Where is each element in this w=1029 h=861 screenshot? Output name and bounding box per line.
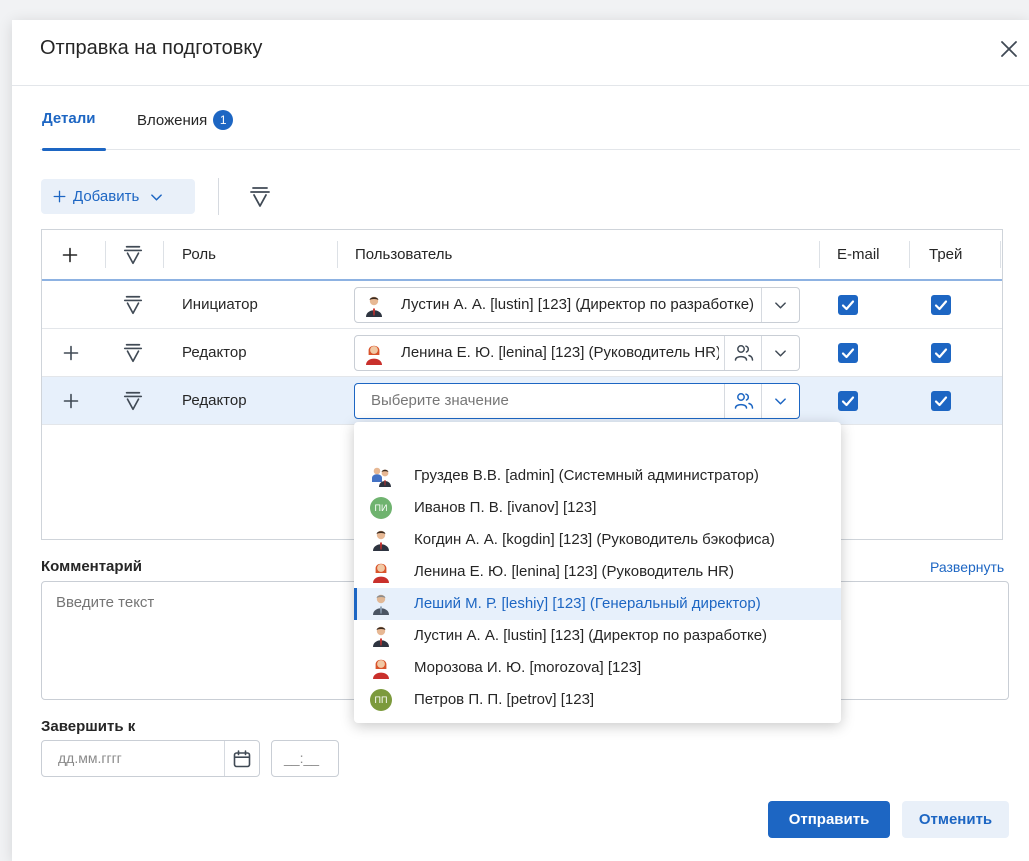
tab-details[interactable]: Детали [42, 100, 106, 151]
column-header-tray[interactable]: Трей [929, 230, 962, 279]
delete-all-icon[interactable] [121, 242, 145, 268]
column-divider [105, 241, 106, 268]
user-select[interactable]: Ленина Е. Ю. [lenina] [123] (Руководител… [354, 335, 800, 371]
tab-attachments[interactable]: Вложения 1 [137, 100, 267, 150]
delete-row-icon[interactable] [121, 292, 145, 318]
list-item[interactable]: Когдин А. А. [kogdin] [123] (Руководител… [354, 524, 841, 556]
user-select-value: Ленина Е. Ю. [lenina] [123] (Руководител… [401, 344, 719, 361]
column-header-role[interactable]: Роль [182, 230, 216, 279]
list-item-label: Морозова И. Ю. [morozova] [123] [414, 659, 642, 676]
tab-bar: Детали Вложения 1 [40, 100, 1020, 151]
initials-avatar-icon: ПП [370, 689, 392, 711]
user-select-value: Лустин А. А. [lustin] [123] (Директор по… [401, 296, 755, 313]
role-cell: Редактор [182, 392, 247, 409]
table-row: Инициатор Лустин А. А. [lustin] [123] (Д… [42, 281, 1002, 329]
calendar-icon[interactable] [225, 741, 259, 776]
comment-label: Комментарий [41, 558, 143, 575]
list-item[interactable]: Груздев В.В. [admin] (Системный админист… [354, 460, 841, 492]
date-placeholder: дд.мм.гггг [58, 750, 122, 766]
dialog-header: Отправка на подготовку [12, 20, 1029, 86]
deadline-label: Завершить к [41, 718, 136, 735]
user-avatar-icon [370, 657, 392, 679]
list-item-label: Груздев В.В. [admin] (Системный админист… [414, 467, 759, 484]
list-item[interactable]: Ленина Е. Ю. [lenina] [123] (Руководител… [354, 556, 841, 588]
user-dropdown-list: Груздев В.В. [admin] (Системный админист… [354, 422, 841, 723]
user-avatar-icon [370, 561, 392, 583]
time-placeholder: __:__ [284, 750, 320, 766]
delete-row-icon[interactable] [121, 388, 145, 414]
list-item[interactable]: ПП Петров П. П. [petrov] [123] [354, 684, 841, 716]
toolbar-divider [218, 178, 219, 215]
list-item-label: Когдин А. А. [kogdin] [123] (Руководител… [414, 531, 775, 548]
user-select[interactable]: Лустин А. А. [lustin] [123] (Директор по… [354, 287, 800, 323]
users-icon[interactable] [725, 336, 762, 370]
user-select-placeholder: Выберите значение [371, 392, 509, 409]
table-row: Редактор Выберите значение [42, 377, 1002, 425]
table-row: Редактор Ленина Е. Ю. [lenina] [123] (Ру… [42, 329, 1002, 377]
tab-details-label: Детали [42, 110, 96, 127]
column-divider [819, 241, 820, 268]
add-row-icon[interactable] [60, 245, 80, 265]
list-item-label: Леший М. Р. [leshiy] [123] (Генеральный … [414, 595, 761, 612]
dialog-title: Отправка на подготовку [40, 37, 263, 59]
list-item[interactable]: Лустин А. А. [lustin] [123] (Директор по… [354, 620, 841, 652]
add-row-icon[interactable] [62, 392, 80, 410]
add-row-icon[interactable] [62, 344, 80, 362]
user-avatar-icon [363, 295, 385, 317]
delete-icon[interactable] [248, 184, 272, 210]
users-icon[interactable] [725, 384, 762, 418]
list-item-label: Лустин А. А. [lustin] [123] (Директор по… [414, 627, 768, 644]
list-item[interactable]: Леший М. Р. [leshiy] [123] (Генеральный … [354, 588, 841, 620]
column-header-user[interactable]: Пользователь [355, 230, 452, 279]
email-checkbox[interactable] [838, 391, 858, 411]
user-select[interactable]: Выберите значение [354, 383, 800, 419]
tray-checkbox[interactable] [931, 391, 951, 411]
list-item-label: Петров П. П. [petrov] [123] [414, 691, 595, 708]
tray-checkbox[interactable] [931, 343, 951, 363]
list-item-label: Ленина Е. Ю. [lenina] [123] (Руководител… [414, 563, 734, 580]
dialog: Отправка на подготовку Детали Вложения 1 … [12, 20, 1029, 861]
date-field[interactable]: дд.мм.гггг [41, 740, 260, 777]
list-item[interactable]: ПИ Иванов П. В. [ivanov] [123] [354, 492, 841, 524]
column-divider [163, 241, 164, 268]
role-cell: Инициатор [182, 296, 258, 313]
user-avatar-icon [370, 593, 392, 615]
attachments-count-badge: 1 [213, 110, 234, 130]
add-button-label: Добавить [73, 188, 140, 205]
email-checkbox[interactable] [838, 343, 858, 363]
column-header-email[interactable]: E-mail [837, 230, 880, 279]
chevron-down-icon[interactable] [762, 336, 799, 370]
column-divider [909, 241, 910, 268]
chevron-down-icon [150, 192, 163, 202]
list-item-label: Иванов П. В. [ivanov] [123] [414, 499, 597, 516]
user-avatar-icon [363, 343, 385, 365]
initials-avatar-icon: ПИ [370, 497, 392, 519]
plus-icon [53, 190, 66, 203]
expand-link[interactable]: Развернуть [930, 559, 1004, 575]
chevron-down-icon[interactable] [762, 384, 799, 418]
list-item[interactable]: Морозова И. Ю. [morozova] [123] [354, 652, 841, 684]
tray-checkbox[interactable] [931, 295, 951, 315]
role-cell: Редактор [182, 344, 247, 361]
chevron-down-icon[interactable] [762, 288, 799, 322]
user-avatar-icon [370, 529, 392, 551]
column-divider [1000, 241, 1001, 268]
admin-avatar-icon [370, 465, 392, 487]
submit-button[interactable]: Отправить [768, 801, 890, 838]
grid-header: Роль Пользователь E-mail Трей [42, 230, 1002, 281]
time-field[interactable]: __:__ [271, 740, 339, 777]
close-icon[interactable] [997, 37, 1021, 61]
email-checkbox[interactable] [838, 295, 858, 315]
delete-row-icon[interactable] [121, 340, 145, 366]
column-divider [337, 241, 338, 268]
add-button[interactable]: Добавить [41, 179, 195, 214]
cancel-button[interactable]: Отменить [902, 801, 1009, 838]
user-avatar-icon [370, 625, 392, 647]
tab-attachments-label: Вложения [137, 112, 208, 129]
